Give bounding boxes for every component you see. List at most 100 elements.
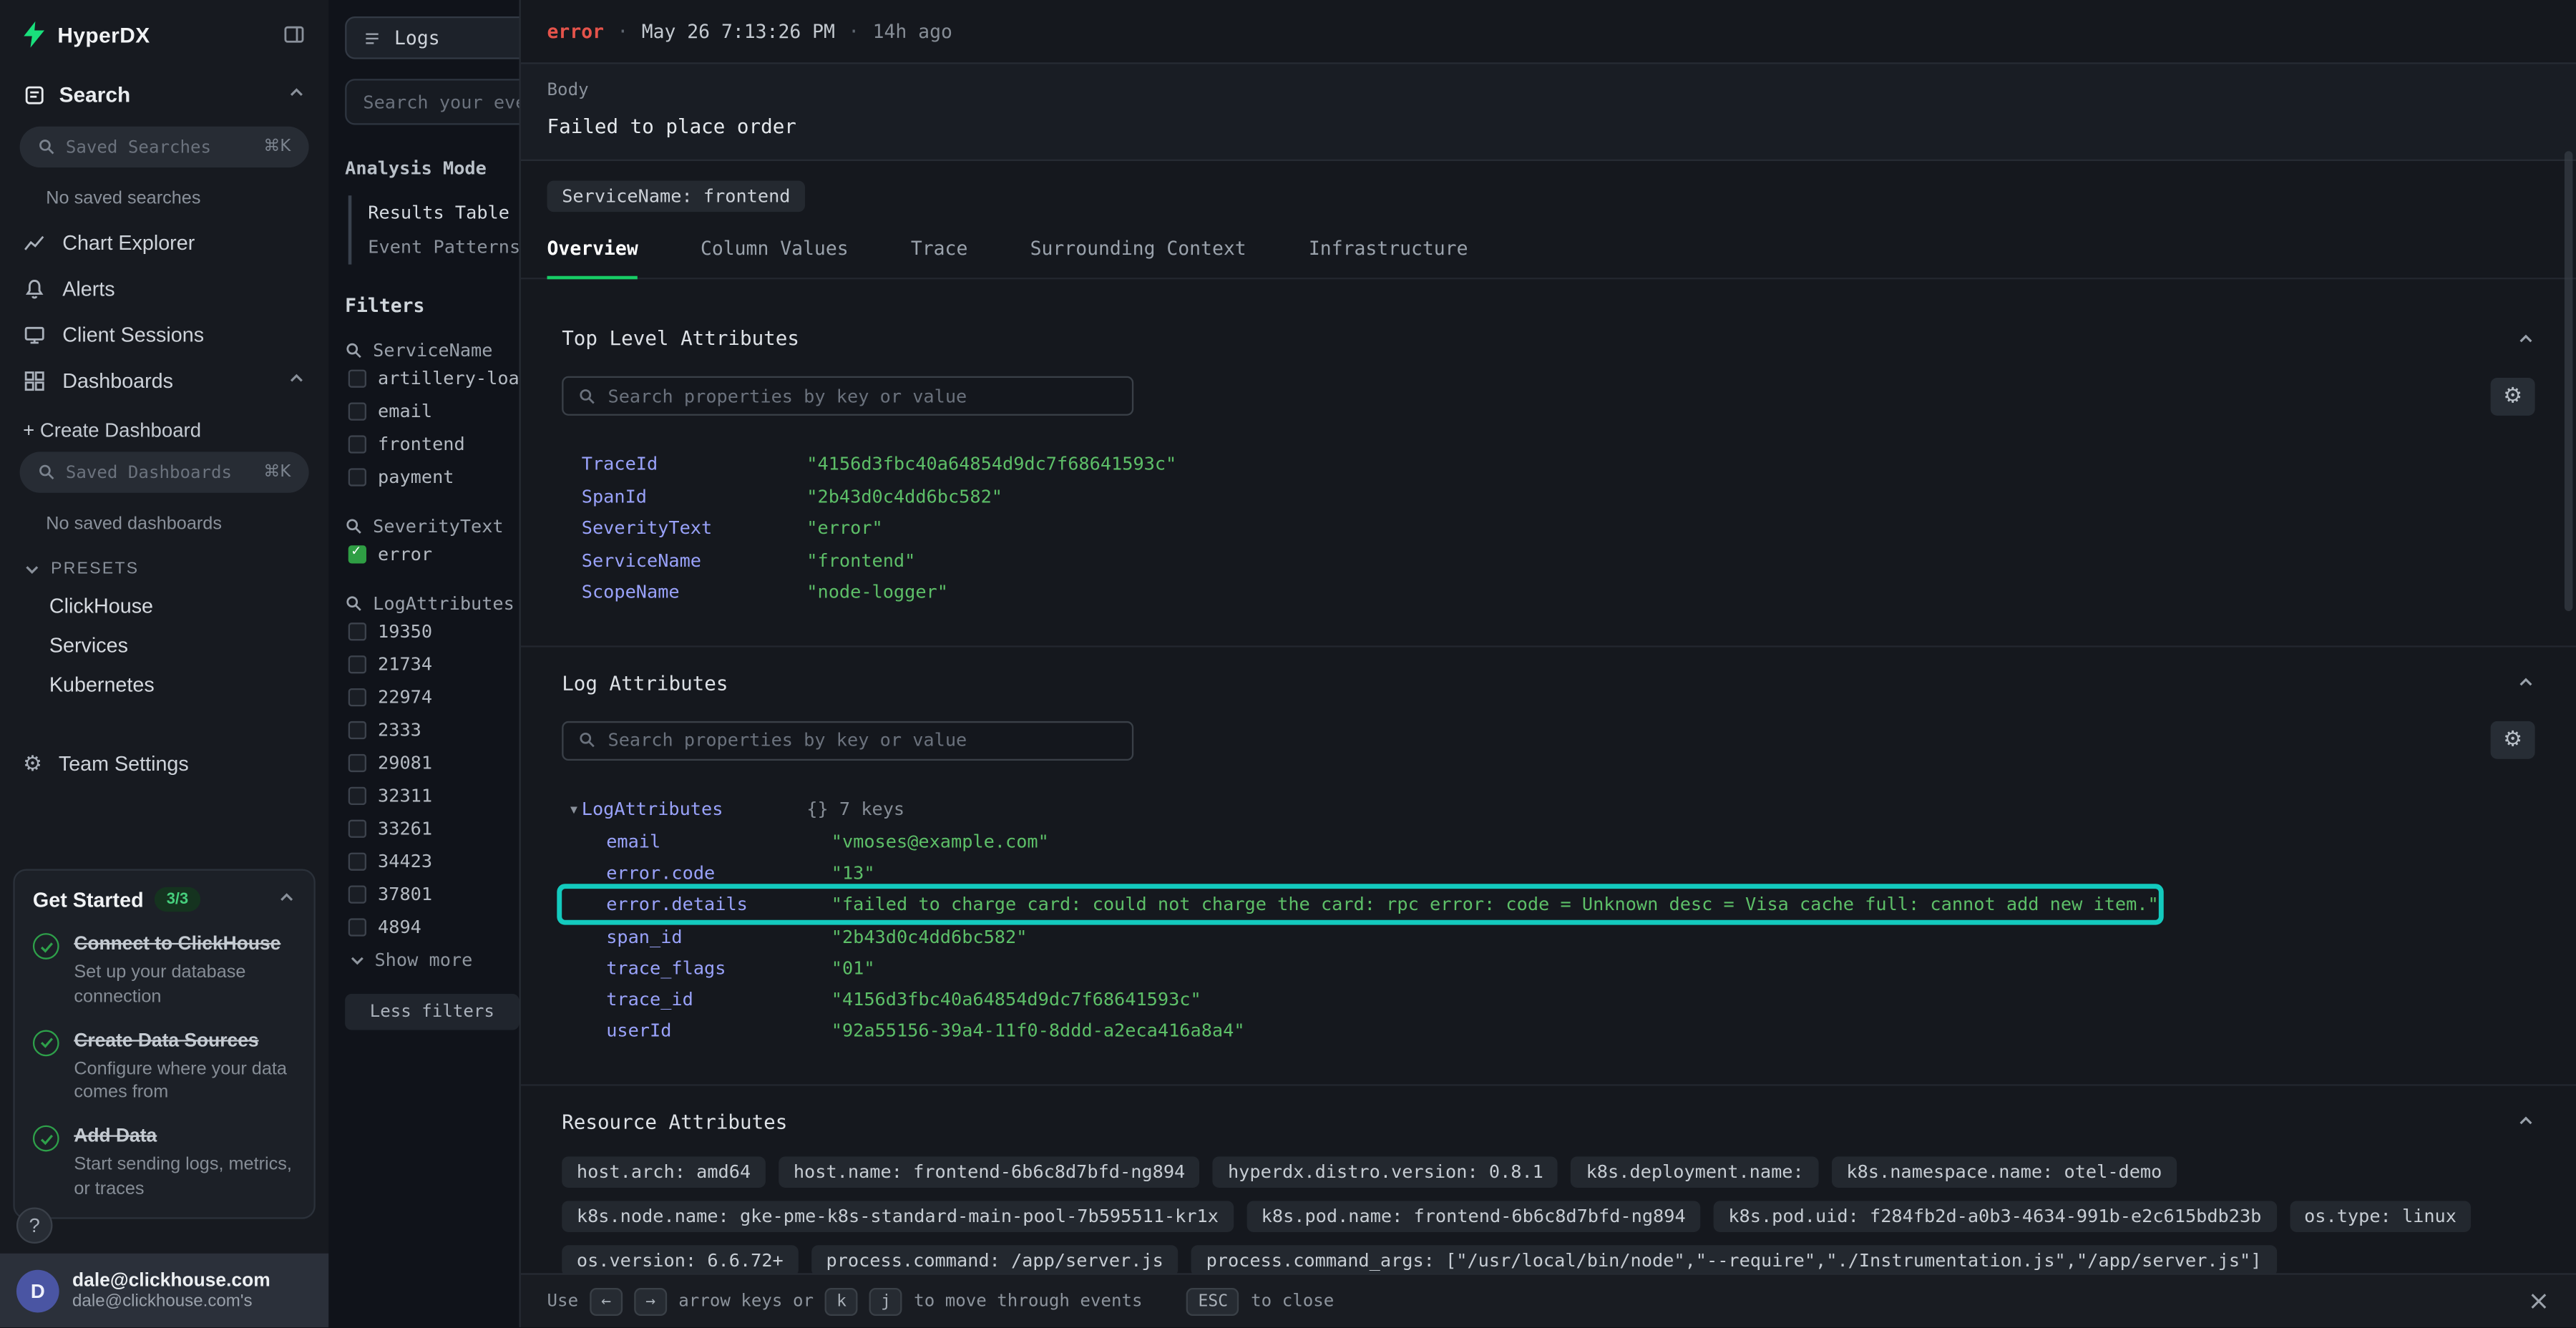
attribute-value[interactable]: "2b43d0c4dd6bc582" (806, 486, 1002, 507)
sidebar-item-alerts[interactable]: Alerts (0, 266, 328, 312)
resource-chip[interactable]: host.arch: amd64 (562, 1156, 766, 1187)
attribute-value[interactable]: "01" (831, 957, 875, 979)
close-panel-button[interactable]: × (2527, 1288, 2550, 1314)
attribute-key[interactable]: TraceId (582, 454, 807, 475)
preset-item-services[interactable]: Services (0, 626, 328, 665)
create-dashboard-button[interactable]: + Create Dashboard (0, 404, 328, 449)
attribute-value[interactable]: "failed to charge card: could not charge… (831, 894, 2159, 916)
sidebar-item-team-settings[interactable]: ⚙ Team Settings (0, 741, 328, 786)
attribute-key[interactable]: error.details (606, 894, 831, 916)
attribute-key[interactable]: SeverityText (582, 518, 807, 540)
resource-chip[interactable]: k8s.pod.uid: f284fb2d-a0b3-4634-991b-e2c… (1714, 1200, 2276, 1231)
presets-label: PRESETS (51, 560, 139, 578)
attribute-value[interactable]: "node-logger" (806, 582, 948, 603)
sidebar-item-chart-explorer[interactable]: Chart Explorer (0, 220, 328, 266)
sidebar-collapse-button[interactable] (283, 23, 306, 46)
saved-dashboards-search[interactable]: ⌘K (20, 451, 309, 492)
checkbox[interactable] (348, 368, 366, 386)
resource-chip[interactable]: hyperdx.distro.version: 0.8.1 (1213, 1156, 1558, 1187)
attribute-key[interactable]: email (606, 831, 831, 852)
resource-chip[interactable]: k8s.deployment.name: (1571, 1156, 1818, 1187)
attribute-key[interactable]: trace_flags (606, 957, 831, 979)
checkbox[interactable] (348, 884, 366, 902)
service-name-chip[interactable]: ServiceName: frontend (547, 181, 806, 213)
preset-item-clickhouse[interactable]: ClickHouse (0, 587, 328, 626)
key-arrow-left: ← (590, 1287, 623, 1315)
saved-searches-search[interactable]: ⌘K (20, 127, 309, 167)
attribute-key[interactable]: userId (606, 1021, 831, 1043)
resource-chip[interactable]: process.command: /app/server.js (811, 1244, 1179, 1276)
collapse-section-button[interactable] (2517, 329, 2534, 347)
get-started-item-connect[interactable]: Connect to ClickHouse Set up your databa… (33, 932, 296, 1009)
property-search-input[interactable] (608, 729, 1117, 751)
checkbox[interactable] (348, 851, 366, 869)
scrollbar-thumb[interactable] (2565, 151, 2572, 611)
get-started-item-add-data[interactable]: Add Data Start sending logs, metrics, or… (33, 1124, 296, 1201)
logattributes-root-row[interactable]: ▾ LogAttributes {} 7 keys (562, 793, 2534, 826)
tab-surrounding-context[interactable]: Surrounding Context (1030, 237, 1246, 280)
get-started-header[interactable]: Get Started 3/3 (33, 888, 296, 912)
checkbox[interactable] (348, 467, 366, 485)
tab-infrastructure[interactable]: Infrastructure (1309, 237, 1468, 280)
tree-caret-icon[interactable]: ▾ (568, 799, 581, 820)
collapse-section-button[interactable] (2517, 673, 2534, 691)
saved-searches-input[interactable] (66, 137, 254, 157)
saved-dashboards-input[interactable] (66, 462, 254, 482)
sidebar-item-dashboards[interactable]: Dashboards (0, 358, 328, 404)
attribute-key[interactable]: span_id (606, 926, 831, 947)
preset-item-kubernetes[interactable]: Kubernetes (0, 665, 328, 705)
chevron-up-icon[interactable] (278, 889, 296, 912)
checkbox[interactable] (348, 819, 366, 837)
help-button[interactable]: ? (16, 1208, 53, 1244)
less-filters-button[interactable]: Less filters (345, 994, 519, 1030)
tab-trace[interactable]: Trace (911, 237, 967, 280)
user-menu[interactable]: D dale@clickhouse.com dale@clickhouse.co… (0, 1254, 328, 1327)
checkbox[interactable] (348, 917, 366, 935)
presets-toggle[interactable]: PRESETS (0, 545, 328, 586)
sidebar-item-client-sessions[interactable]: Client Sessions (0, 312, 328, 358)
resource-chip[interactable]: os.type: linux (2289, 1200, 2471, 1231)
property-search-box[interactable] (562, 721, 1133, 760)
checkbox-checked[interactable] (348, 545, 366, 562)
resource-chip[interactable]: k8s.namespace.name: otel-demo (1832, 1156, 2177, 1187)
attribute-key[interactable]: ScopeName (582, 582, 807, 603)
attribute-value[interactable]: "92a55156-39a4-11f0-8ddd-a2eca416a8a4" (831, 1021, 1245, 1043)
search-section-header[interactable]: Search (0, 66, 328, 123)
chevron-up-icon[interactable] (288, 370, 306, 393)
attribute-key[interactable]: trace_id (606, 989, 831, 1010)
attribute-key[interactable]: SpanId (582, 486, 807, 507)
checkbox[interactable] (348, 721, 366, 738)
chevron-up-icon[interactable] (288, 82, 306, 107)
checkbox[interactable] (348, 688, 366, 706)
tab-column-values[interactable]: Column Values (701, 237, 849, 280)
get-started-item-sources[interactable]: Create Data Sources Configure where your… (33, 1028, 296, 1105)
attribute-key[interactable]: ServiceName (582, 550, 807, 572)
resource-chip[interactable]: os.version: 6.6.72+ (562, 1244, 798, 1276)
checkbox[interactable] (348, 786, 366, 804)
attribute-value[interactable]: "4156d3fbc40a64854d9dc7f68641593c" (831, 989, 1201, 1010)
tab-overview[interactable]: Overview (547, 237, 638, 280)
attribute-key[interactable]: LogAttributes (582, 799, 807, 820)
attribute-value[interactable]: "vmoses@example.com" (831, 831, 1049, 852)
attribute-value[interactable]: "frontend" (806, 550, 915, 572)
attribute-value[interactable]: "13" (831, 862, 875, 884)
checkbox[interactable] (348, 655, 366, 673)
attribute-key[interactable]: error.code (606, 862, 831, 884)
nav-label: Team Settings (59, 753, 189, 776)
checkbox[interactable] (348, 401, 366, 419)
checkbox[interactable] (348, 434, 366, 452)
attribute-value[interactable]: "2b43d0c4dd6bc582" (831, 926, 1028, 947)
resource-chip[interactable]: process.command_args: ["/usr/local/bin/n… (1191, 1244, 2276, 1276)
attribute-value[interactable]: "error" (806, 518, 882, 540)
resource-chip[interactable]: host.name: frontend-6b6c8d7bfd-ng894 (779, 1156, 1200, 1187)
resource-chip[interactable]: k8s.node.name: gke-pme-k8s-standard-main… (562, 1200, 1233, 1231)
settings-button[interactable]: ⚙ (2491, 377, 2535, 415)
settings-button[interactable]: ⚙ (2491, 721, 2535, 759)
property-search-box[interactable] (562, 376, 1133, 416)
resource-chip[interactable]: k8s.pod.name: frontend-6b6c8d7bfd-ng894 (1246, 1200, 1700, 1231)
property-search-input[interactable] (608, 385, 1117, 406)
attribute-value[interactable]: "4156d3fbc40a64854d9dc7f68641593c" (806, 454, 1176, 475)
checkbox[interactable] (348, 622, 366, 640)
checkbox[interactable] (348, 753, 366, 771)
collapse-section-button[interactable] (2517, 1113, 2534, 1131)
